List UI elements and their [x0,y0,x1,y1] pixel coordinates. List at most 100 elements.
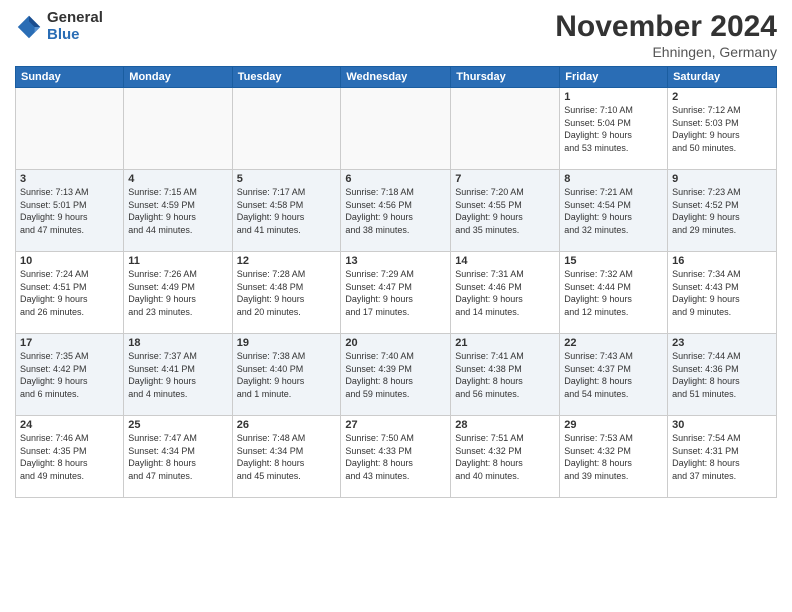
day-number: 1 [564,91,663,103]
day-cell: 1Sunrise: 7:10 AMSunset: 5:04 PMDaylight… [560,88,668,170]
day-cell: 17Sunrise: 7:35 AMSunset: 4:42 PMDayligh… [16,334,124,416]
logo-general-text: General [47,10,103,27]
day-cell: 21Sunrise: 7:41 AMSunset: 4:38 PMDayligh… [451,334,560,416]
day-cell: 12Sunrise: 7:28 AMSunset: 4:48 PMDayligh… [232,252,341,334]
day-number: 20 [345,337,446,349]
day-number: 19 [237,337,337,349]
day-info: Sunrise: 7:13 AMSunset: 5:01 PMDaylight:… [20,186,119,236]
day-number: 4 [128,173,227,185]
day-info: Sunrise: 7:40 AMSunset: 4:39 PMDaylight:… [345,350,446,400]
day-number: 2 [672,91,772,103]
header-cell-wednesday: Wednesday [341,67,451,88]
day-cell: 23Sunrise: 7:44 AMSunset: 4:36 PMDayligh… [668,334,777,416]
day-cell: 18Sunrise: 7:37 AMSunset: 4:41 PMDayligh… [124,334,232,416]
day-info: Sunrise: 7:32 AMSunset: 4:44 PMDaylight:… [564,268,663,318]
day-cell: 4Sunrise: 7:15 AMSunset: 4:59 PMDaylight… [124,170,232,252]
day-cell: 30Sunrise: 7:54 AMSunset: 4:31 PMDayligh… [668,416,777,498]
day-info: Sunrise: 7:15 AMSunset: 4:59 PMDaylight:… [128,186,227,236]
week-row-3: 17Sunrise: 7:35 AMSunset: 4:42 PMDayligh… [16,334,777,416]
day-cell: 13Sunrise: 7:29 AMSunset: 4:47 PMDayligh… [341,252,451,334]
day-info: Sunrise: 7:17 AMSunset: 4:58 PMDaylight:… [237,186,337,236]
day-cell: 8Sunrise: 7:21 AMSunset: 4:54 PMDaylight… [560,170,668,252]
day-info: Sunrise: 7:12 AMSunset: 5:03 PMDaylight:… [672,104,772,154]
day-info: Sunrise: 7:41 AMSunset: 4:38 PMDaylight:… [455,350,555,400]
day-info: Sunrise: 7:43 AMSunset: 4:37 PMDaylight:… [564,350,663,400]
day-info: Sunrise: 7:26 AMSunset: 4:49 PMDaylight:… [128,268,227,318]
day-cell: 19Sunrise: 7:38 AMSunset: 4:40 PMDayligh… [232,334,341,416]
day-number: 25 [128,419,227,431]
day-info: Sunrise: 7:24 AMSunset: 4:51 PMDaylight:… [20,268,119,318]
day-number: 13 [345,255,446,267]
day-info: Sunrise: 7:50 AMSunset: 4:33 PMDaylight:… [345,432,446,482]
day-cell [16,88,124,170]
day-cell: 20Sunrise: 7:40 AMSunset: 4:39 PMDayligh… [341,334,451,416]
day-number: 24 [20,419,119,431]
day-cell: 29Sunrise: 7:53 AMSunset: 4:32 PMDayligh… [560,416,668,498]
day-cell: 27Sunrise: 7:50 AMSunset: 4:33 PMDayligh… [341,416,451,498]
day-info: Sunrise: 7:34 AMSunset: 4:43 PMDaylight:… [672,268,772,318]
day-info: Sunrise: 7:38 AMSunset: 4:40 PMDaylight:… [237,350,337,400]
day-info: Sunrise: 7:21 AMSunset: 4:54 PMDaylight:… [564,186,663,236]
header: General Blue November 2024 Ehningen, Ger… [15,10,777,60]
day-number: 11 [128,255,227,267]
day-cell [124,88,232,170]
day-info: Sunrise: 7:35 AMSunset: 4:42 PMDaylight:… [20,350,119,400]
day-info: Sunrise: 7:28 AMSunset: 4:48 PMDaylight:… [237,268,337,318]
month-title: November 2024 [555,10,777,44]
header-cell-sunday: Sunday [16,67,124,88]
day-number: 15 [564,255,663,267]
day-cell: 22Sunrise: 7:43 AMSunset: 4:37 PMDayligh… [560,334,668,416]
day-number: 5 [237,173,337,185]
day-info: Sunrise: 7:47 AMSunset: 4:34 PMDaylight:… [128,432,227,482]
day-number: 22 [564,337,663,349]
day-number: 12 [237,255,337,267]
week-row-4: 24Sunrise: 7:46 AMSunset: 4:35 PMDayligh… [16,416,777,498]
day-cell: 26Sunrise: 7:48 AMSunset: 4:34 PMDayligh… [232,416,341,498]
day-cell: 28Sunrise: 7:51 AMSunset: 4:32 PMDayligh… [451,416,560,498]
day-cell: 5Sunrise: 7:17 AMSunset: 4:58 PMDaylight… [232,170,341,252]
day-cell: 16Sunrise: 7:34 AMSunset: 4:43 PMDayligh… [668,252,777,334]
day-number: 26 [237,419,337,431]
day-number: 6 [345,173,446,185]
day-number: 16 [672,255,772,267]
day-cell [451,88,560,170]
page: General Blue November 2024 Ehningen, Ger… [0,0,792,612]
week-row-2: 10Sunrise: 7:24 AMSunset: 4:51 PMDayligh… [16,252,777,334]
header-row: SundayMondayTuesdayWednesdayThursdayFrid… [16,67,777,88]
day-cell: 6Sunrise: 7:18 AMSunset: 4:56 PMDaylight… [341,170,451,252]
day-info: Sunrise: 7:46 AMSunset: 4:35 PMDaylight:… [20,432,119,482]
day-cell: 2Sunrise: 7:12 AMSunset: 5:03 PMDaylight… [668,88,777,170]
day-info: Sunrise: 7:18 AMSunset: 4:56 PMDaylight:… [345,186,446,236]
day-number: 17 [20,337,119,349]
day-cell: 11Sunrise: 7:26 AMSunset: 4:49 PMDayligh… [124,252,232,334]
day-cell: 25Sunrise: 7:47 AMSunset: 4:34 PMDayligh… [124,416,232,498]
week-row-1: 3Sunrise: 7:13 AMSunset: 5:01 PMDaylight… [16,170,777,252]
day-info: Sunrise: 7:23 AMSunset: 4:52 PMDaylight:… [672,186,772,236]
logo-blue-text: Blue [47,27,103,44]
title-block: November 2024 Ehningen, Germany [555,10,777,60]
day-cell: 9Sunrise: 7:23 AMSunset: 4:52 PMDaylight… [668,170,777,252]
logo: General Blue [15,10,103,43]
day-cell [341,88,451,170]
logo-icon [15,13,43,41]
logo-text: General Blue [47,10,103,43]
day-number: 14 [455,255,555,267]
day-number: 30 [672,419,772,431]
day-number: 9 [672,173,772,185]
header-cell-thursday: Thursday [451,67,560,88]
day-number: 8 [564,173,663,185]
day-number: 10 [20,255,119,267]
day-cell: 14Sunrise: 7:31 AMSunset: 4:46 PMDayligh… [451,252,560,334]
calendar: SundayMondayTuesdayWednesdayThursdayFrid… [15,66,777,498]
day-cell: 10Sunrise: 7:24 AMSunset: 4:51 PMDayligh… [16,252,124,334]
day-cell [232,88,341,170]
day-info: Sunrise: 7:29 AMSunset: 4:47 PMDaylight:… [345,268,446,318]
header-cell-saturday: Saturday [668,67,777,88]
day-info: Sunrise: 7:54 AMSunset: 4:31 PMDaylight:… [672,432,772,482]
day-number: 28 [455,419,555,431]
day-cell: 7Sunrise: 7:20 AMSunset: 4:55 PMDaylight… [451,170,560,252]
header-cell-monday: Monday [124,67,232,88]
location: Ehningen, Germany [555,44,777,60]
day-number: 3 [20,173,119,185]
day-number: 29 [564,419,663,431]
